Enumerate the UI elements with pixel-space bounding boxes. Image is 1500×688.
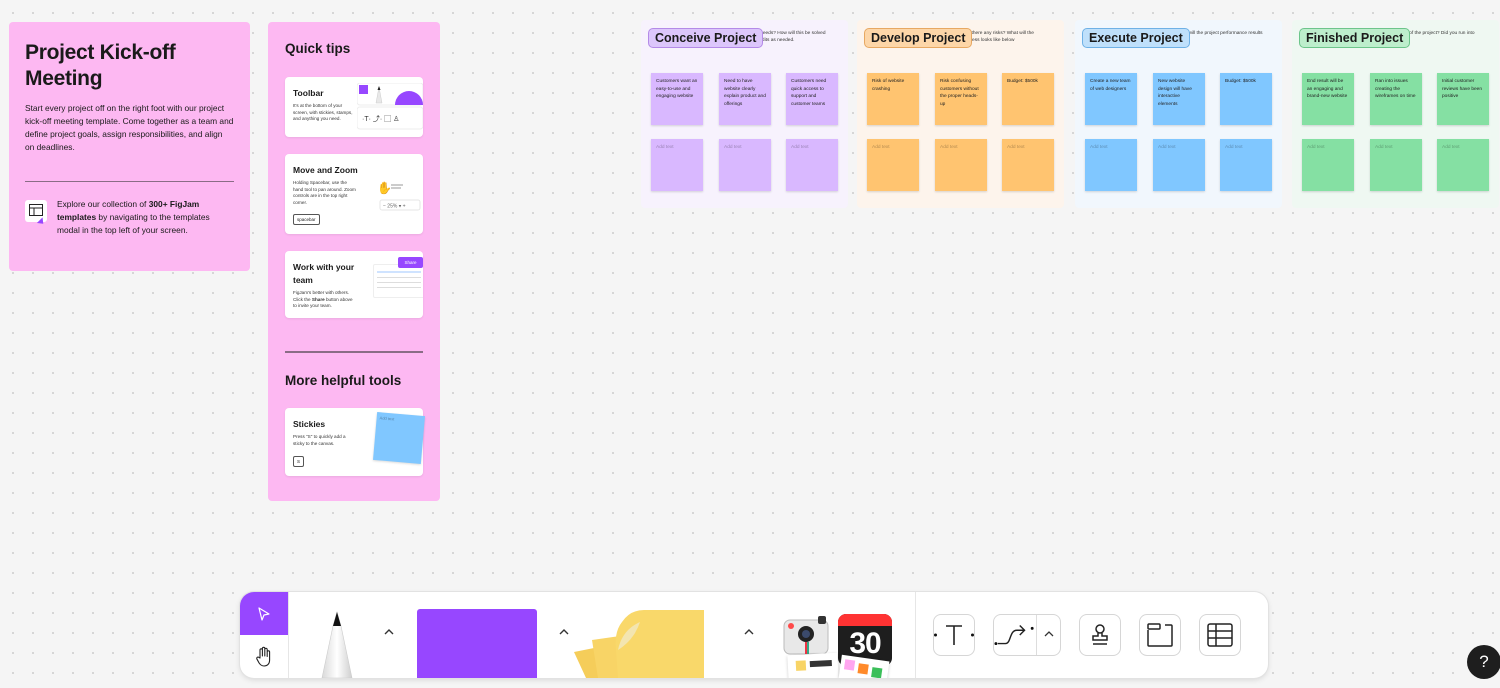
sticky-note[interactable]: Customers want an easy-to-use and engagi… [651, 73, 703, 125]
section-icon [1147, 623, 1173, 647]
connector-icon [994, 624, 1034, 646]
sticky-note-tool-button[interactable] [574, 610, 734, 678]
shape-tool-button[interactable] [417, 609, 537, 678]
shape-options-chevron[interactable] [558, 626, 570, 638]
sticky-note[interactable]: Add text [651, 139, 703, 191]
sticky-options-chevron[interactable] [743, 626, 755, 638]
s-key: S [293, 456, 305, 467]
sticky-note[interactable]: Add text [1085, 139, 1137, 191]
marker-options-chevron[interactable] [383, 626, 395, 638]
text-tool-button[interactable] [933, 614, 975, 656]
intro-title: Project Kick-off Meeting [25, 41, 176, 90]
help-button[interactable]: ? [1467, 645, 1500, 679]
sticky-note[interactable]: Budget: $500k [1002, 73, 1054, 125]
sticky-note[interactable]: Ran into issues creating the wireframes … [1370, 73, 1422, 125]
tip-desc: Holding Spacebar, use the hand tool to p… [293, 180, 356, 205]
sticky-note[interactable]: Add text [935, 139, 987, 191]
hand-icon [256, 646, 271, 667]
more-tools-heading: More helpful tools [285, 373, 402, 388]
chevron-up-icon [384, 629, 394, 635]
intro-card[interactable]: Project Kick-off Meeting Start every pro… [9, 22, 250, 271]
camera-sticker-icon [783, 616, 829, 655]
sticky-note[interactable]: Add text [867, 139, 919, 191]
chevron-up-icon [559, 629, 569, 635]
connector-tool-button[interactable] [993, 614, 1061, 656]
text-icon [934, 625, 974, 645]
sticky-note[interactable]: Create a new team of web designers [1085, 73, 1137, 125]
sticky-note[interactable]: Add text [786, 139, 838, 191]
sticky-note[interactable]: Initial customer reviews have been posit… [1437, 73, 1489, 125]
section-tool-button[interactable] [1139, 614, 1181, 656]
chevron-up-icon [744, 629, 754, 635]
intro-divider [25, 181, 234, 182]
tip-card-toolbar[interactable]: Toolbar It's at the bottom of your scree… [285, 77, 423, 137]
sticky-note[interactable]: End result will be an engaging and brand… [1302, 73, 1354, 125]
widget-card-preview [787, 652, 839, 678]
desc-bold: Share [311, 296, 325, 302]
tip-card-move-zoom[interactable]: Move and Zoom Holding Spacebar, use the … [285, 154, 423, 234]
sticky-note[interactable]: Add text [1220, 139, 1272, 191]
cursor-icon [36, 217, 47, 227]
sticky-note[interactable]: Add text [1437, 139, 1489, 191]
project-board[interactable]: Think about how to take this idea into a… [857, 20, 1064, 208]
sticky-note[interactable]: Add text [1302, 139, 1354, 191]
connector-split [1036, 615, 1037, 655]
tips-divider [285, 351, 423, 353]
stamp-icon [1092, 624, 1108, 645]
cursor-arrow-icon [258, 606, 270, 621]
navigation-tools [240, 592, 289, 678]
tip-card-team[interactable]: Work with your team FigJam's better with… [285, 251, 423, 318]
marker-tool-button[interactable] [312, 610, 362, 678]
share-dialog-preview [373, 264, 423, 298]
select-tool-button[interactable] [240, 592, 288, 635]
explore-text: Explore our collection of 300+ FigJam te… [57, 198, 234, 237]
sticky-note[interactable]: Add text [1370, 139, 1422, 191]
sticky-note[interactable]: Need to have website clearly explain pro… [719, 73, 771, 125]
board-label[interactable]: Develop Project [864, 28, 973, 48]
tip-desc: Press "S" to quickly add a sticky to the… [293, 434, 346, 446]
sticky-note[interactable]: Risk confusing customers without the pro… [935, 73, 987, 125]
project-board[interactable]: What is the project vision? Who are the … [641, 20, 848, 208]
project-board[interactable]: How will the team execute on this projec… [1075, 20, 1282, 208]
bottom-toolbar: 30 [240, 592, 1268, 678]
sticky-note[interactable]: New website design will have interactive… [1153, 73, 1205, 125]
hand-zoom-preview-icon: ✋ − 25% ▾ + [377, 181, 421, 211]
sticky-note[interactable]: Customers need quick access to support a… [786, 73, 838, 125]
table-icon [1207, 623, 1233, 647]
board-label[interactable]: Conceive Project [648, 28, 764, 48]
sticky-note[interactable]: Add text [1153, 139, 1205, 191]
tip-title: Stickies [293, 419, 326, 429]
project-board[interactable]: How did the project perform? What are th… [1292, 20, 1499, 208]
tip-title: Work with your team [293, 262, 355, 285]
explore-prefix: Explore our collection of [57, 199, 149, 209]
templates-icon [25, 200, 47, 227]
svg-text:·T· ⤴· ▢ ♙: ·T· ⤴· ▢ ♙ [362, 114, 399, 123]
sticky-note[interactable]: Budget: $500k [1220, 73, 1272, 125]
quick-tips-heading: Quick tips [285, 41, 351, 56]
svg-text:✋: ✋ [377, 181, 392, 195]
explore-templates-note: Explore our collection of 300+ FigJam te… [25, 198, 234, 237]
chevron-up-icon[interactable] [1044, 631, 1054, 637]
tip-desc: FigJam's better with others. Click the S… [293, 290, 357, 310]
sticky-note[interactable]: Add text [719, 139, 771, 191]
stamp-tool-button[interactable] [1079, 614, 1121, 656]
tip-card-stickies[interactable]: Stickies Press "S" to quickly add a stic… [285, 408, 426, 476]
sticky-note[interactable]: Add text [1002, 139, 1054, 191]
toolbar-divider [915, 592, 916, 678]
toolbar-preview-icon: ·T· ⤴· ▢ ♙ [357, 83, 423, 130]
table-tool-button[interactable] [1199, 614, 1241, 656]
sticky-note[interactable]: Risk of website crashing [867, 73, 919, 125]
quick-tips-panel[interactable]: Quick tips Toolbar It's at the bottom of… [268, 22, 440, 501]
board-label[interactable]: Execute Project [1082, 28, 1190, 48]
tip-desc: It's at the bottom of your screen, with … [293, 103, 353, 121]
tip-title: Move and Zoom [293, 165, 358, 175]
stickers-widgets-button[interactable]: 30 [782, 614, 892, 678]
spacebar-key: spacebar [293, 214, 320, 225]
board-label[interactable]: Finished Project [1299, 28, 1411, 48]
hand-tool-button[interactable] [240, 635, 288, 678]
share-button-preview: Share [398, 257, 423, 268]
intro-body: Start every project off on the right foo… [25, 103, 234, 152]
svg-text:− 25% ▾ +: − 25% ▾ + [383, 204, 406, 210]
sample-sticky: Add text [372, 411, 426, 465]
